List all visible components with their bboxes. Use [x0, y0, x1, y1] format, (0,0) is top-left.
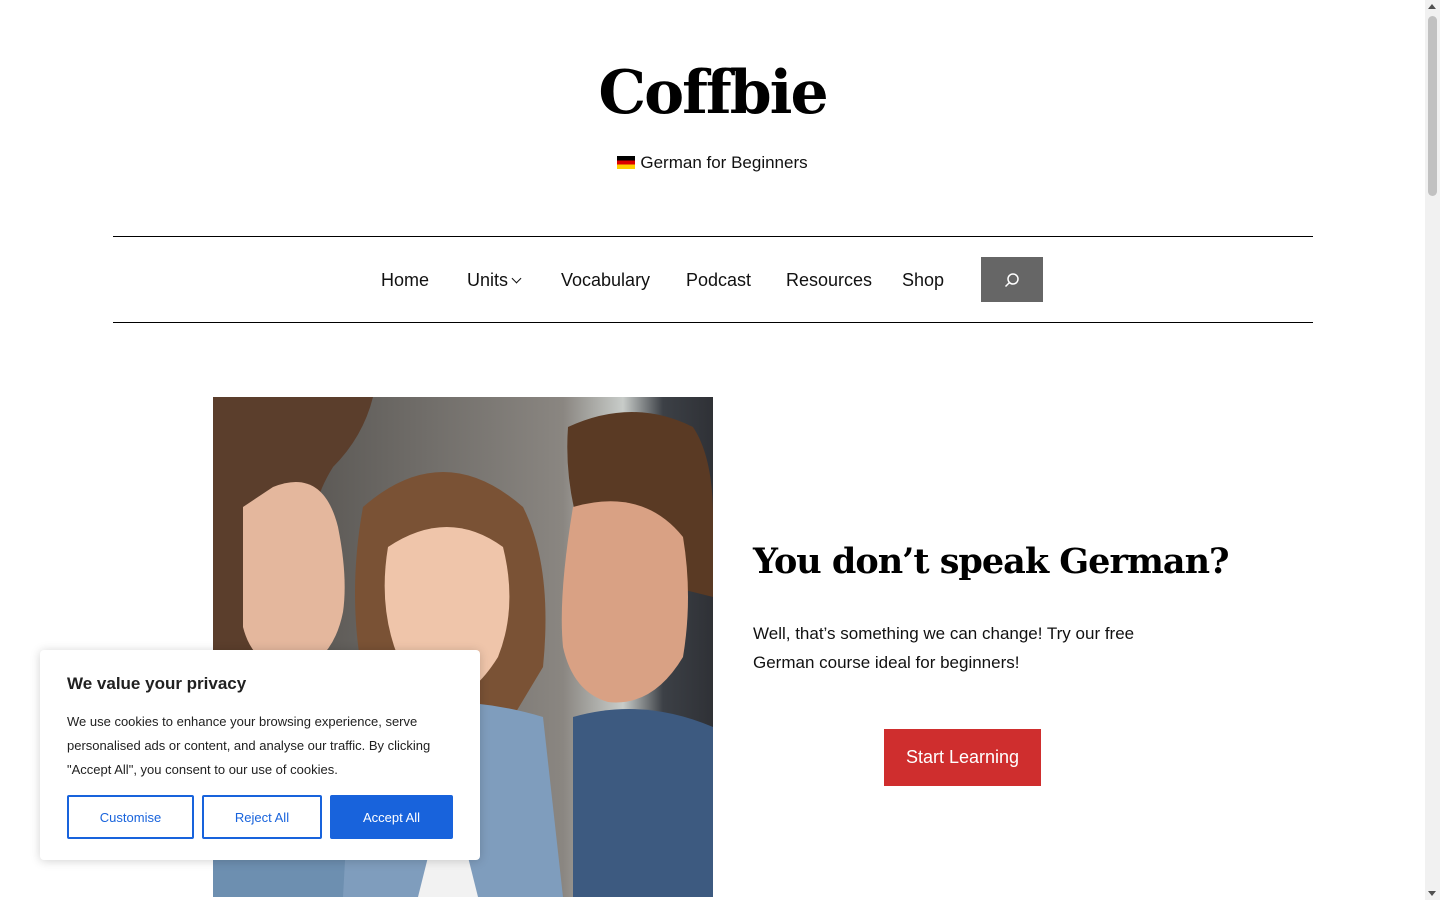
tagline-text: German for Beginners [640, 153, 808, 172]
nav-resources[interactable]: Resources [786, 270, 872, 291]
reject-all-button[interactable]: Reject All [202, 795, 322, 839]
scroll-up-icon[interactable] [1428, 4, 1436, 9]
cookie-consent-banner: We value your privacy We use cookies to … [40, 650, 480, 860]
search-icon [1004, 272, 1019, 287]
customise-button[interactable]: Customise [67, 795, 194, 839]
chevron-down-icon [511, 273, 522, 284]
hero-description: Well, that’s something we can change! Tr… [753, 624, 1135, 672]
nav-shop[interactable]: Shop [902, 270, 944, 291]
scroll-thumb[interactable] [1428, 16, 1437, 196]
start-learning-button[interactable]: Start Learning [884, 729, 1041, 786]
german-flag-icon [617, 156, 636, 169]
scroll-down-icon[interactable] [1428, 891, 1436, 896]
hero-heading: You don’t speak German? [753, 541, 1230, 582]
nav-home[interactable]: Home [381, 270, 429, 291]
site-tagline: German for Beginners [0, 153, 1425, 173]
site-title[interactable]: Coffbie [0, 58, 1425, 128]
nav-units-label: Units [467, 270, 509, 290]
cookie-banner-text: We use cookies to enhance your browsing … [67, 714, 431, 777]
accept-all-button[interactable]: Accept All [330, 795, 453, 839]
nav-podcast[interactable]: Podcast [686, 270, 751, 291]
page-scrollbar[interactable] [1425, 0, 1440, 900]
nav-units[interactable]: Units [467, 270, 522, 291]
cookie-banner-title: We value your privacy [67, 674, 247, 693]
nav-vocabulary[interactable]: Vocabulary [561, 270, 650, 291]
search-button[interactable] [981, 257, 1043, 302]
main-navigation: Home Units Vocabulary Podcast Resources … [113, 236, 1313, 323]
